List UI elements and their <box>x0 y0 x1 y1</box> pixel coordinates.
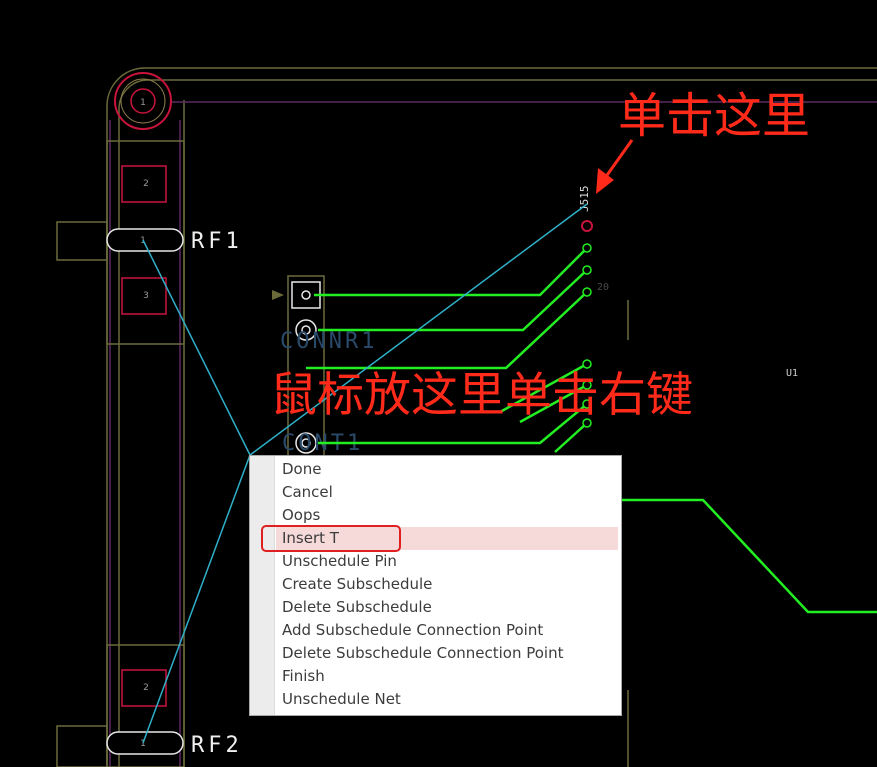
menu-item-unschedule-net[interactable]: Unschedule Net <box>276 688 618 711</box>
context-menu: Done Cancel Oops Insert T Unschedule Pin… <box>249 455 622 716</box>
menu-item-finish[interactable]: Finish <box>276 665 618 688</box>
rf2-pin-label: 1 <box>140 739 146 749</box>
annotation-arrow <box>596 139 634 194</box>
rf2-label: RF2 <box>191 733 243 758</box>
u1-label: U1 <box>786 368 798 379</box>
connector-label: CONNR1 <box>280 329 377 354</box>
pin1-marker <box>272 290 284 300</box>
menu-item-done[interactable]: Done <box>276 458 618 481</box>
menu-item-oops[interactable]: Oops <box>276 504 618 527</box>
menu-item-cancel[interactable]: Cancel <box>276 481 618 504</box>
pad-label-3: 3 <box>143 291 149 301</box>
pin-20-label: 20 <box>597 282 609 293</box>
click-here-annotation: 单击这里 <box>618 88 811 144</box>
target-pin[interactable] <box>581 220 593 232</box>
menu-item-unschedule-pin[interactable]: Unschedule Pin <box>276 550 618 573</box>
menu-item-delete-subschedule[interactable]: Delete Subschedule <box>276 596 618 619</box>
top-ref-label: J515 <box>578 186 591 213</box>
right-click-annotation: 鼠标放这里单击右键 <box>270 368 693 423</box>
pad-label-bottom-2: 2 <box>143 683 149 693</box>
menu-item-create-subschedule[interactable]: Create Subschedule <box>276 573 618 596</box>
context-menu-gutter <box>250 456 275 715</box>
insert-t-highlight-box <box>261 525 401 552</box>
pad-label-2: 2 <box>143 179 149 189</box>
menu-item-add-subschedule-connection-point[interactable]: Add Subschedule Connection Point <box>276 619 618 642</box>
pad-label-top: 1 <box>140 98 146 108</box>
rf1-label: RF1 <box>191 229 243 254</box>
menu-item-delete-subschedule-connection-point[interactable]: Delete Subschedule Connection Point <box>276 642 618 665</box>
